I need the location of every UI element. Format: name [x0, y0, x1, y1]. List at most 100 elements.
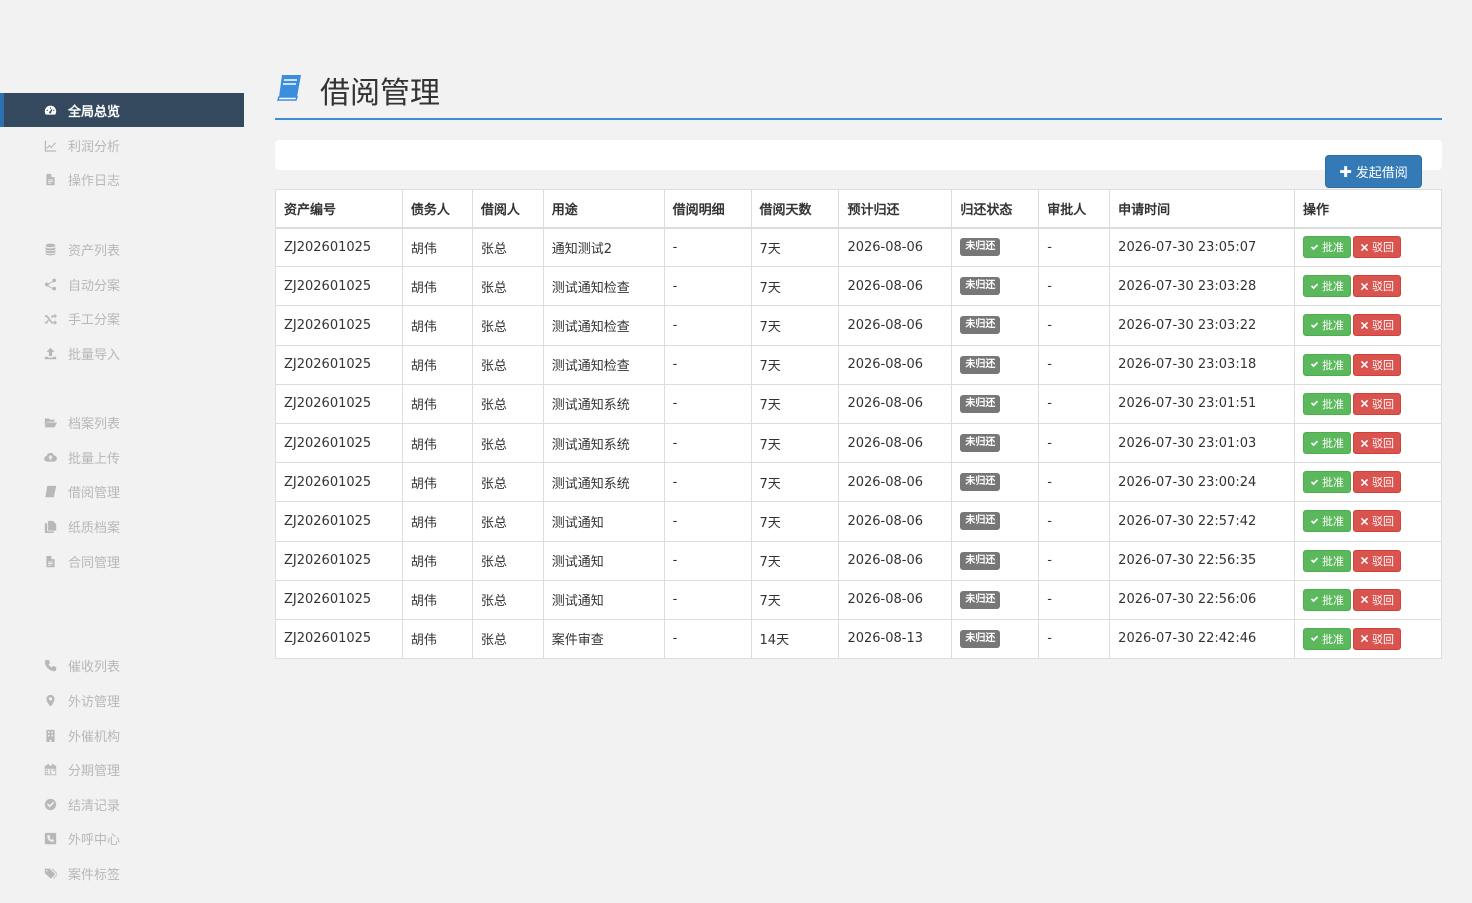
check-icon — [1310, 595, 1319, 604]
asset-id-cell: ZJ202601025 — [275, 462, 403, 503]
approve-label: 批准 — [1322, 397, 1345, 411]
check-icon — [1310, 360, 1319, 369]
copy-icon — [42, 518, 58, 534]
column-header[interactable]: 借阅天数 — [750, 189, 840, 229]
days-cell: 7天 — [750, 422, 840, 464]
sidebar-item[interactable]: 自动分案 — [0, 267, 244, 301]
sidebar-item-label: 案件标签 — [68, 867, 121, 883]
due-date-cell: 2026-08-06 — [838, 422, 953, 464]
sidebar-item-label: 外呼中心 — [68, 832, 121, 848]
asset-id-cell: ZJ202601025 — [275, 305, 403, 346]
column-header[interactable]: 用途 — [542, 189, 665, 229]
reject-button[interactable]: 驳回 — [1353, 627, 1402, 650]
column-header[interactable]: 申请时间 — [1109, 189, 1296, 229]
reject-label: 驳回 — [1372, 319, 1395, 333]
sidebar-item[interactable]: 操作日志 — [0, 162, 244, 196]
approve-button[interactable]: 批准 — [1303, 549, 1352, 572]
sidebar-item[interactable]: 纸质档案 — [0, 509, 244, 543]
status-cell: 未归还 — [951, 579, 1040, 620]
column-header[interactable]: 资产编号 — [275, 189, 403, 229]
reject-button[interactable]: 驳回 — [1353, 236, 1402, 259]
approver-cell: - — [1038, 501, 1111, 542]
sidebar-item-label: 全局总览 — [68, 104, 121, 120]
debtor-cell: 胡伟 — [401, 266, 473, 307]
sidebar-item[interactable]: 外催机构 — [0, 718, 244, 752]
actions-cell: 批准 驳回 — [1294, 540, 1442, 581]
column-header[interactable]: 操作 — [1294, 189, 1442, 229]
sidebar-item-label: 批量导入 — [68, 347, 121, 363]
reject-button[interactable]: 驳回 — [1353, 471, 1402, 494]
building-icon — [42, 727, 58, 743]
folder-open-icon — [42, 414, 58, 430]
sidebar-item[interactable]: 批量导入 — [0, 336, 244, 370]
approve-button[interactable]: 批准 — [1303, 432, 1352, 455]
approve-button[interactable]: 批准 — [1303, 471, 1352, 494]
actions-cell: 批准 驳回 — [1294, 462, 1442, 503]
database-icon — [42, 241, 58, 257]
actions-cell: 批准 驳回 — [1294, 422, 1442, 464]
approve-button[interactable]: 批准 — [1303, 314, 1352, 337]
actions-cell: 批准 驳回 — [1294, 501, 1442, 542]
check-icon — [1310, 439, 1319, 448]
sidebar-item[interactable]: 案件标签 — [0, 856, 244, 890]
random-icon — [42, 310, 58, 326]
approve-button[interactable]: 批准 — [1303, 627, 1352, 650]
reject-button[interactable]: 驳回 — [1353, 314, 1402, 337]
approve-button[interactable]: 批准 — [1303, 353, 1352, 376]
new-borrow-button[interactable]: ✚ 发起借阅 — [1325, 155, 1422, 188]
sidebar-item[interactable]: 外呼中心 — [0, 821, 244, 855]
due-date-cell: 2026-08-06 — [838, 226, 953, 268]
days-cell: 7天 — [750, 462, 840, 503]
reject-button[interactable]: 驳回 — [1353, 588, 1402, 611]
status-cell: 未归还 — [951, 383, 1040, 424]
column-header[interactable]: 归还状态 — [951, 189, 1040, 229]
column-header[interactable]: 预计归还 — [838, 189, 953, 229]
reject-label: 驳回 — [1372, 241, 1395, 255]
status-badge: 未归还 — [960, 590, 1001, 609]
sidebar-item[interactable]: 批量上传 — [0, 440, 244, 474]
check-circle-icon — [42, 796, 58, 812]
sidebar-item-label: 外访管理 — [68, 694, 121, 710]
borrower-cell: 张总 — [471, 501, 544, 542]
sidebar-item[interactable]: 合同管理 — [0, 544, 244, 578]
sidebar-item[interactable]: 档案列表 — [0, 405, 244, 439]
close-icon — [1360, 595, 1369, 604]
sidebar-item[interactable]: 外访管理 — [0, 683, 244, 717]
status-badge: 未归还 — [960, 277, 1001, 296]
approve-button[interactable]: 批准 — [1303, 236, 1352, 259]
sidebar-item[interactable]: 手工分案 — [0, 301, 244, 335]
reject-button[interactable]: 驳回 — [1353, 549, 1402, 572]
asset-id-cell: ZJ202601025 — [275, 226, 403, 268]
sidebar-item[interactable]: 结清记录 — [0, 787, 244, 821]
approve-button[interactable]: 批准 — [1303, 510, 1352, 533]
column-header[interactable]: 审批人 — [1038, 189, 1111, 229]
sidebar-item[interactable]: 全局总览 — [0, 93, 244, 127]
debtor-cell: 胡伟 — [401, 305, 473, 346]
file-icon — [42, 553, 58, 569]
sidebar-item[interactable]: 资产列表 — [0, 232, 244, 266]
approve-button[interactable]: 批准 — [1303, 275, 1352, 298]
borrower-cell: 张总 — [471, 305, 544, 346]
column-header[interactable]: 借阅明细 — [663, 189, 752, 229]
approve-button[interactable]: 批准 — [1303, 588, 1352, 611]
reject-button[interactable]: 驳回 — [1353, 432, 1402, 455]
borrower-cell: 张总 — [471, 344, 544, 385]
sidebar-item[interactable]: 分期管理 — [0, 752, 244, 786]
approve-button[interactable]: 批准 — [1303, 392, 1352, 415]
due-date-cell: 2026-08-06 — [838, 383, 953, 424]
debtor-cell: 胡伟 — [401, 462, 473, 503]
reject-button[interactable]: 驳回 — [1353, 392, 1402, 415]
applied-time-cell: 2026-07-30 23:03:18 — [1109, 344, 1296, 385]
sidebar-item[interactable]: 利润分析 — [0, 128, 244, 162]
sidebar-item[interactable]: 借阅管理 — [0, 474, 244, 508]
sidebar-item[interactable]: 催收列表 — [0, 648, 244, 682]
reject-button[interactable]: 驳回 — [1353, 510, 1402, 533]
reject-button[interactable]: 驳回 — [1353, 275, 1402, 298]
reject-label: 驳回 — [1372, 632, 1395, 646]
column-header[interactable]: 债务人 — [401, 189, 473, 229]
approver-cell: - — [1038, 305, 1111, 346]
reject-button[interactable]: 驳回 — [1353, 353, 1402, 376]
column-header[interactable]: 借阅人 — [471, 189, 544, 229]
table-row: ZJ202601025 胡伟 张总 测试通知 -7天 2026-08-06 未归还 -2026… — [275, 501, 1442, 542]
applied-time-cell: 2026-07-30 23:05:07 — [1109, 226, 1296, 268]
